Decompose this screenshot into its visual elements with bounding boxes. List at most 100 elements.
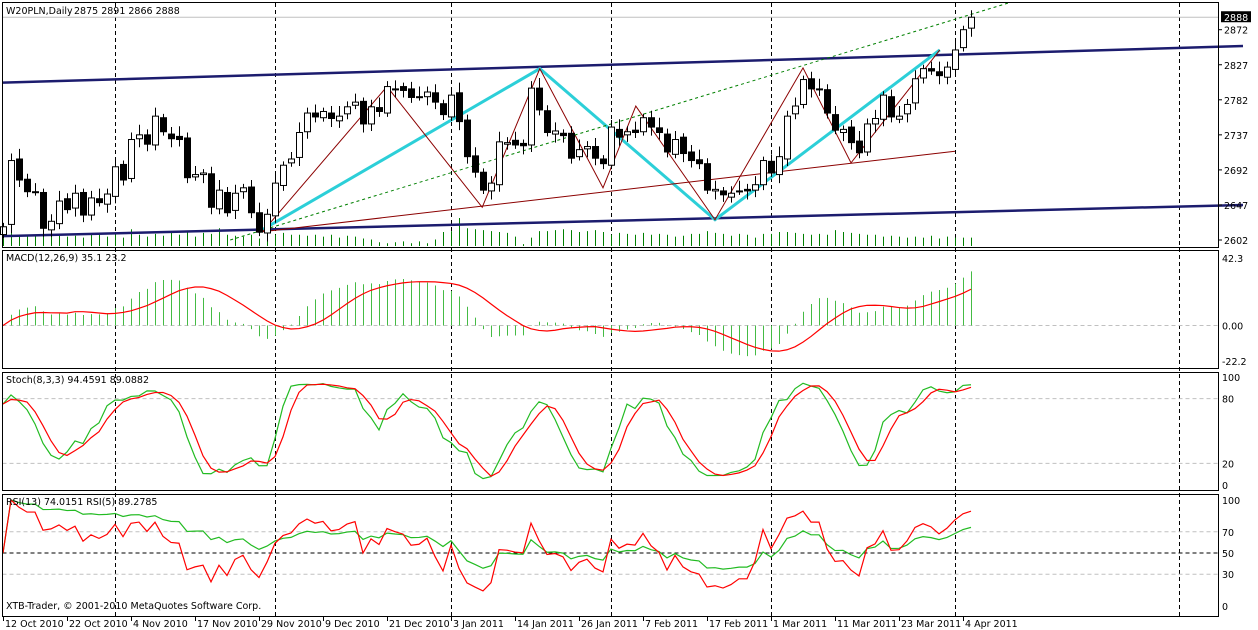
candle-body xyxy=(752,184,759,191)
candle-body xyxy=(88,197,95,216)
candle-body xyxy=(720,190,727,196)
candle-body xyxy=(472,155,479,173)
candle xyxy=(184,132,191,184)
candle-body xyxy=(144,134,151,145)
candle-body xyxy=(840,128,847,134)
candle-body xyxy=(920,68,927,79)
candle-body xyxy=(224,191,231,214)
candle-body xyxy=(248,186,255,214)
candle-body xyxy=(768,160,775,174)
candle-body xyxy=(624,131,631,136)
candle-body xyxy=(808,78,815,90)
candle-body xyxy=(8,160,15,225)
candle-body xyxy=(312,112,319,118)
indicator-tick-label: 70 xyxy=(1222,528,1234,539)
candle-body xyxy=(640,117,647,133)
candle-body xyxy=(328,112,335,119)
candle-body xyxy=(56,200,63,225)
time-tick-label: 4 Nov 2010 xyxy=(133,619,188,630)
price-tick-label: 2872 xyxy=(1224,26,1248,37)
indicator-tick-label: 42.3 xyxy=(1222,254,1243,265)
candle-body xyxy=(536,87,543,111)
candle-body xyxy=(48,220,55,231)
candle xyxy=(384,81,391,117)
candle-body xyxy=(696,159,703,165)
candle-body xyxy=(320,110,327,119)
candle-body xyxy=(280,164,287,186)
candle-body xyxy=(168,133,175,140)
candle xyxy=(128,132,135,183)
candle-body xyxy=(944,66,951,78)
candle-body xyxy=(128,139,135,179)
candle-body xyxy=(864,123,871,153)
candle xyxy=(608,120,615,170)
candle-body xyxy=(416,96,423,99)
candle-body xyxy=(896,115,903,120)
candle-body xyxy=(232,192,239,211)
candle-body xyxy=(872,117,879,125)
candle-body xyxy=(848,126,855,144)
candle-body xyxy=(0,226,7,236)
time-tick-label: 1 Mar 2011 xyxy=(773,619,827,630)
time-tick-label: 23 Mar 2011 xyxy=(901,619,961,630)
candle-body xyxy=(16,158,23,181)
price-tick-label: 2692 xyxy=(1224,166,1248,177)
candle-body xyxy=(360,100,367,125)
indicator-tick-label: 30 xyxy=(1222,570,1234,581)
candle-body xyxy=(712,188,719,192)
candle-body xyxy=(728,192,735,198)
time-tick-label: 17 Nov 2010 xyxy=(197,619,258,630)
candle-body xyxy=(760,160,767,186)
candle xyxy=(8,153,15,233)
candle-body xyxy=(520,142,527,147)
candle-body xyxy=(192,174,199,178)
candle-body xyxy=(120,163,127,181)
price-tick-label: 2782 xyxy=(1224,96,1248,107)
candle-body xyxy=(736,190,743,193)
candle-body xyxy=(608,126,615,166)
candle-body xyxy=(400,86,407,91)
candle-body xyxy=(952,49,959,70)
price-tick-label: 2737 xyxy=(1224,131,1248,142)
copyright-text: XTB-Trader, © 2001-2010 MetaQuotes Softw… xyxy=(6,601,261,612)
candle-body xyxy=(456,92,463,123)
candle-body xyxy=(960,29,967,49)
indicator-tick-label: 20 xyxy=(1222,459,1234,470)
candle-body xyxy=(560,132,567,137)
candle-body xyxy=(368,106,375,125)
candle-body xyxy=(376,107,383,112)
candle xyxy=(528,81,535,152)
candle xyxy=(760,156,767,191)
trading-chart[interactable]: 42.3 0.00 -22.2 100 80 20 0 100 70 50 30 0 2872 28… xyxy=(0,0,1258,630)
candle-body xyxy=(488,182,495,192)
candle-body xyxy=(24,178,31,193)
candle-body xyxy=(928,68,935,72)
chart-background xyxy=(0,0,1258,630)
indicator-tick-label: 100 xyxy=(1222,496,1240,507)
candle-body xyxy=(584,146,591,150)
indicator-tick-label: 80 xyxy=(1222,395,1234,406)
candle-body xyxy=(112,166,119,197)
candle-body xyxy=(704,163,711,191)
candle-body xyxy=(384,86,391,114)
candle-body xyxy=(968,16,975,29)
time-tick-label: 21 Dec 2010 xyxy=(389,619,450,630)
candle-body xyxy=(888,96,895,118)
candle-body xyxy=(648,117,655,128)
candle-body xyxy=(664,133,671,153)
chart-title: W20PLN,Daily xyxy=(6,6,73,17)
candle-body xyxy=(176,135,183,141)
candle-body xyxy=(104,193,111,205)
time-tick-label: 4 Apr 2011 xyxy=(965,619,1018,630)
candle xyxy=(464,114,471,164)
candle-body xyxy=(480,171,487,191)
indicator-tick-label: 0 xyxy=(1222,481,1228,492)
candle-body xyxy=(688,151,695,162)
candle-body xyxy=(392,88,399,91)
candle xyxy=(864,118,871,156)
candle-body xyxy=(776,156,783,176)
candle-body xyxy=(816,88,823,91)
candle-body xyxy=(856,140,863,154)
candle-body xyxy=(880,94,887,120)
candle xyxy=(480,168,487,195)
